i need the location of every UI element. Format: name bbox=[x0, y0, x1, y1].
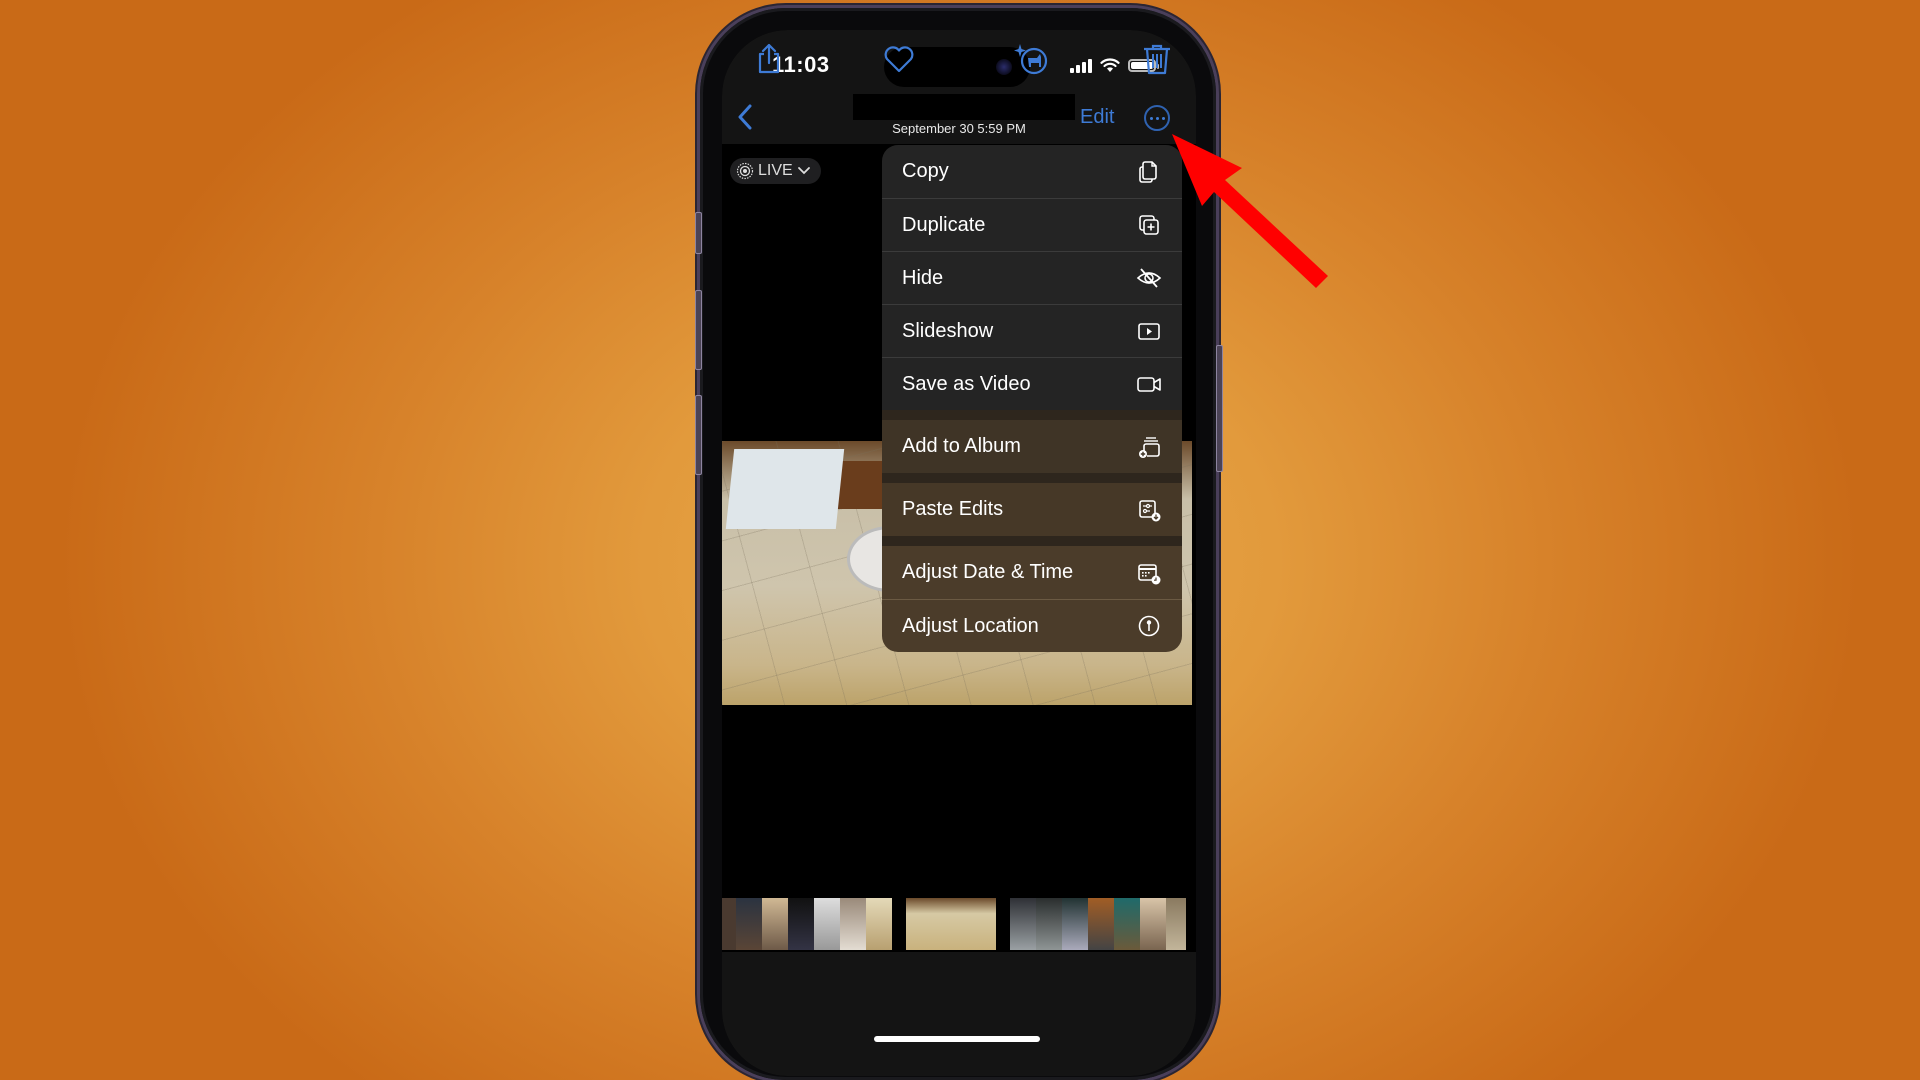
thumbnail[interactable] bbox=[762, 898, 788, 950]
menu-group-1: Copy Duplicate Hide Slideshow Save as Vi… bbox=[882, 145, 1182, 410]
calendar-clock-icon bbox=[1138, 563, 1161, 584]
thumbnail[interactable] bbox=[1088, 898, 1114, 950]
menu-item-label: Slideshow bbox=[902, 319, 994, 342]
delete-button[interactable] bbox=[1140, 42, 1174, 76]
wifi-icon bbox=[1100, 58, 1120, 72]
menu-item-label: Paste Edits bbox=[902, 498, 1004, 520]
action-button bbox=[695, 212, 702, 254]
menu-item-copy[interactable]: Copy bbox=[882, 145, 1182, 198]
thumbnail-selected[interactable] bbox=[906, 898, 996, 950]
thumbnail[interactable] bbox=[1140, 898, 1166, 950]
side-button bbox=[1216, 345, 1223, 472]
camera-icon bbox=[996, 59, 1012, 75]
more-options-menu: Copy Duplicate Hide Slideshow Save as Vi… bbox=[882, 145, 1182, 652]
menu-item-label: Add to Album bbox=[902, 435, 1021, 457]
menu-item-duplicate[interactable]: Duplicate bbox=[882, 198, 1182, 251]
menu-group-2: Add to Album bbox=[882, 420, 1182, 473]
thumbnail[interactable] bbox=[814, 898, 840, 950]
menu-item-label: Adjust Location bbox=[902, 614, 1039, 637]
menu-group-4: Adjust Date & Time Adjust Location bbox=[882, 546, 1182, 652]
menu-item-paste-edits[interactable]: Paste Edits bbox=[882, 483, 1182, 536]
copy-icon bbox=[1139, 160, 1157, 183]
menu-item-adjust-date-time[interactable]: Adjust Date & Time bbox=[882, 546, 1182, 599]
menu-item-add-to-album[interactable]: Add to Album bbox=[882, 420, 1182, 473]
share-button[interactable] bbox=[752, 42, 786, 76]
home-indicator[interactable] bbox=[874, 1036, 1040, 1042]
bottom-bar bbox=[722, 952, 1196, 1076]
play-rectangle-icon bbox=[1138, 323, 1160, 340]
thumbnail[interactable] bbox=[788, 898, 814, 950]
thumbnail[interactable] bbox=[722, 898, 736, 950]
paste-edits-icon bbox=[1139, 499, 1161, 521]
thumbnail[interactable] bbox=[736, 898, 762, 950]
redacted-title bbox=[853, 94, 1075, 120]
menu-separator bbox=[882, 410, 1182, 420]
live-label: LIVE bbox=[758, 162, 793, 179]
add-to-album-icon bbox=[1139, 436, 1160, 458]
menu-item-label: Save as Video bbox=[902, 372, 1031, 395]
favorite-button[interactable] bbox=[882, 42, 916, 76]
menu-separator bbox=[882, 536, 1182, 546]
cellular-signal-icon bbox=[1070, 58, 1092, 73]
menu-item-label: Adjust Date & Time bbox=[902, 561, 1074, 583]
menu-item-slideshow[interactable]: Slideshow bbox=[882, 304, 1182, 357]
volume-up-button bbox=[695, 290, 702, 370]
eye-slash-icon bbox=[1136, 268, 1162, 288]
menu-item-label: Copy bbox=[902, 160, 949, 182]
thumbnail[interactable] bbox=[1062, 898, 1088, 950]
thumbnail-strip[interactable] bbox=[722, 898, 1196, 952]
thumbnail[interactable] bbox=[1114, 898, 1140, 950]
phone-screen: 11:03 September 30 5:59 PM Edit LIVE Cop… bbox=[722, 30, 1196, 1076]
menu-item-adjust-location[interactable]: Adjust Location bbox=[882, 599, 1182, 652]
location-pin-circle-icon bbox=[1138, 615, 1160, 637]
menu-separator bbox=[882, 473, 1182, 483]
thumbnail[interactable] bbox=[840, 898, 866, 950]
volume-down-button bbox=[695, 395, 702, 475]
menu-item-label: Duplicate bbox=[902, 213, 986, 236]
thumbnail[interactable] bbox=[1036, 898, 1062, 950]
visual-lookup-button[interactable] bbox=[1012, 42, 1050, 76]
thumbnail[interactable] bbox=[1166, 898, 1186, 950]
annotation-arrow-icon bbox=[1172, 134, 1328, 288]
thumbnail[interactable] bbox=[866, 898, 892, 950]
duplicate-icon bbox=[1139, 215, 1159, 235]
menu-group-3: Paste Edits bbox=[882, 483, 1182, 536]
menu-item-label: Hide bbox=[902, 266, 944, 289]
edit-button[interactable]: Edit bbox=[1080, 106, 1114, 129]
thumbnail[interactable] bbox=[1010, 898, 1036, 950]
video-camera-icon bbox=[1137, 377, 1161, 392]
chevron-down-icon bbox=[797, 167, 810, 175]
live-photo-button[interactable]: LIVE bbox=[730, 158, 821, 184]
menu-item-hide[interactable]: Hide bbox=[882, 251, 1182, 304]
more-options-button[interactable] bbox=[1144, 105, 1170, 131]
photo-date: September 30 5:59 PM bbox=[892, 121, 1026, 136]
live-photo-icon bbox=[736, 162, 754, 180]
menu-item-save-as-video[interactable]: Save as Video bbox=[882, 357, 1182, 410]
